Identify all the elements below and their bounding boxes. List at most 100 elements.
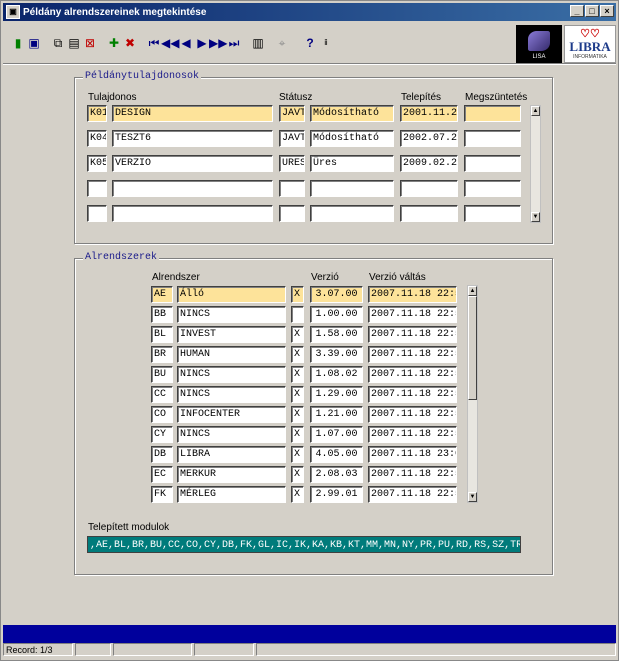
subsystem-name-field[interactable]: NINCS <box>177 426 286 443</box>
subsystem-code-field[interactable]: CO <box>151 406 173 423</box>
terminated-date-field[interactable] <box>464 105 521 122</box>
status-code-field[interactable]: JAVT <box>279 130 305 147</box>
owner-code-field[interactable] <box>87 180 107 197</box>
installed-date-field[interactable]: 2001.11.23 <box>400 105 458 122</box>
info-icon[interactable]: ⅱ <box>317 31 335 55</box>
maximize-button[interactable]: □ <box>585 5 599 17</box>
installed-date-field[interactable] <box>400 180 458 197</box>
subsystem-flag-field[interactable]: X <box>291 466 304 483</box>
delete-record-icon[interactable]: ✖ <box>121 31 139 55</box>
subsystem-name-field[interactable]: Álló <box>177 286 286 303</box>
version-field[interactable]: 1.08.02 <box>310 366 363 383</box>
subsystem-name-field[interactable]: MERKUR <box>177 466 286 483</box>
owner-code-field[interactable]: K04 <box>87 130 107 147</box>
subsystem-name-field[interactable]: NINCS <box>177 366 286 383</box>
subsystems-scrollbar[interactable]: ▲ ▼ <box>467 285 478 503</box>
subsystem-code-field[interactable]: EC <box>151 466 173 483</box>
owner-name-field[interactable] <box>112 180 273 197</box>
search-icon[interactable]: ⌖ <box>273 31 291 55</box>
version-change-field[interactable]: 2007.11.18 22:57 <box>368 466 457 483</box>
subsystem-code-field[interactable]: CY <box>151 426 173 443</box>
close-button[interactable]: × <box>600 5 614 17</box>
version-change-field[interactable]: 2007.11.18 22:57 <box>368 426 457 443</box>
status-text-field[interactable]: Módosítható <box>310 105 394 122</box>
version-field[interactable]: 1.29.00 <box>310 386 363 403</box>
subsystem-code-field[interactable]: CC <box>151 386 173 403</box>
subsystem-flag-field[interactable]: X <box>291 346 304 363</box>
subsystem-flag-field[interactable]: X <box>291 486 304 503</box>
scroll-up-icon[interactable]: ▲ <box>531 106 540 116</box>
subsystem-flag-field[interactable]: X <box>291 426 304 443</box>
subsystem-name-field[interactable]: NINCS <box>177 386 286 403</box>
subsystem-code-field[interactable]: BR <box>151 346 173 363</box>
instances-scrollbar[interactable]: ▲ ▼ <box>530 105 541 223</box>
subsystem-code-field[interactable]: BB <box>151 306 173 323</box>
version-change-field[interactable]: 2007.11.18 22:57 <box>368 306 457 323</box>
subsystem-code-field[interactable]: DB <box>151 446 173 463</box>
subsystem-code-field[interactable]: BL <box>151 326 173 343</box>
version-field[interactable]: 2.08.03 <box>310 466 363 483</box>
subsystem-code-field[interactable]: AE <box>151 286 173 303</box>
status-code-field[interactable] <box>279 205 305 222</box>
owner-name-field[interactable] <box>112 205 273 222</box>
minimize-button[interactable]: _ <box>570 5 584 17</box>
status-code-field[interactable]: URES <box>279 155 305 172</box>
version-field[interactable]: 3.07.00 <box>310 286 363 303</box>
installed-date-field[interactable]: 2009.02.26 <box>400 155 458 172</box>
owner-code-field[interactable]: K05 <box>87 155 107 172</box>
subsystem-flag-field[interactable] <box>291 306 304 323</box>
subsystem-name-field[interactable]: NINCS <box>177 306 286 323</box>
scroll-up-icon[interactable]: ▲ <box>468 286 477 296</box>
version-change-field[interactable]: 2007.11.18 22:57 <box>368 286 457 303</box>
terminated-date-field[interactable] <box>464 130 521 147</box>
save-icon[interactable]: ▣ <box>25 31 43 55</box>
status-text-field[interactable] <box>310 205 394 222</box>
subsystem-name-field[interactable]: MÉRLEG <box>177 486 286 503</box>
version-change-field[interactable]: 2007.11.18 23:00 <box>368 446 457 463</box>
subsystem-flag-field[interactable]: X <box>291 326 304 343</box>
terminated-date-field[interactable] <box>464 180 521 197</box>
version-field[interactable]: 3.39.00 <box>310 346 363 363</box>
modules-field[interactable]: ,AE,BL,BR,BU,CC,CO,CY,DB,FK,GL,IC,IK,KA,… <box>87 536 521 553</box>
subsystem-name-field[interactable]: INFOCENTER <box>177 406 286 423</box>
subsystem-flag-field[interactable]: X <box>291 446 304 463</box>
version-field[interactable]: 1.00.00 <box>310 306 363 323</box>
status-text-field[interactable] <box>310 180 394 197</box>
subsystem-flag-field[interactable]: X <box>291 386 304 403</box>
scrollbar-thumb[interactable] <box>468 296 477 400</box>
version-change-field[interactable]: 2007.11.18 22:57 <box>368 486 457 503</box>
scroll-down-icon[interactable]: ▼ <box>531 212 540 222</box>
status-code-field[interactable]: JAVT <box>279 105 305 122</box>
installed-date-field[interactable] <box>400 205 458 222</box>
version-field[interactable]: 4.05.00 <box>310 446 363 463</box>
owner-name-field[interactable]: TESZT6 <box>112 130 273 147</box>
subsystem-code-field[interactable]: BU <box>151 366 173 383</box>
subsystem-name-field[interactable]: INVEST <box>177 326 286 343</box>
subsystem-flag-field[interactable]: X <box>291 406 304 423</box>
scroll-down-icon[interactable]: ▼ <box>468 492 477 502</box>
status-text-field[interactable]: Üres <box>310 155 394 172</box>
version-change-field[interactable]: 2007.11.18 22:57 <box>368 386 457 403</box>
version-change-field[interactable]: 2007.11.18 22:57 <box>368 366 457 383</box>
subsystem-name-field[interactable]: LIBRA <box>177 446 286 463</box>
subsystem-flag-field[interactable]: X <box>291 366 304 383</box>
version-change-field[interactable]: 2007.11.18 22:57 <box>368 406 457 423</box>
owner-name-field[interactable]: VERZIO <box>112 155 273 172</box>
version-field[interactable]: 1.58.00 <box>310 326 363 343</box>
version-change-field[interactable]: 2007.11.18 22:57 <box>368 346 457 363</box>
owner-code-field[interactable] <box>87 205 107 222</box>
version-field[interactable]: 1.21.00 <box>310 406 363 423</box>
title-bar[interactable]: ▣ Példány alrendszereinek megtekintése _… <box>3 3 616 21</box>
version-change-field[interactable]: 2007.11.18 22:57 <box>368 326 457 343</box>
terminated-date-field[interactable] <box>464 205 521 222</box>
installed-date-field[interactable]: 2002.07.22 <box>400 130 458 147</box>
owner-code-field[interactable]: K01 <box>87 105 107 122</box>
clear-icon[interactable]: ⊠ <box>81 31 99 55</box>
subsystem-name-field[interactable]: HUMAN <box>177 346 286 363</box>
subsystem-code-field[interactable]: FK <box>151 486 173 503</box>
last-record-icon[interactable]: ⏭ <box>225 31 243 55</box>
print-icon[interactable]: ▥ <box>249 31 267 55</box>
app-icon[interactable]: ▣ <box>6 5 20 19</box>
owner-name-field[interactable]: DESIGN <box>112 105 273 122</box>
version-field[interactable]: 1.07.00 <box>310 426 363 443</box>
